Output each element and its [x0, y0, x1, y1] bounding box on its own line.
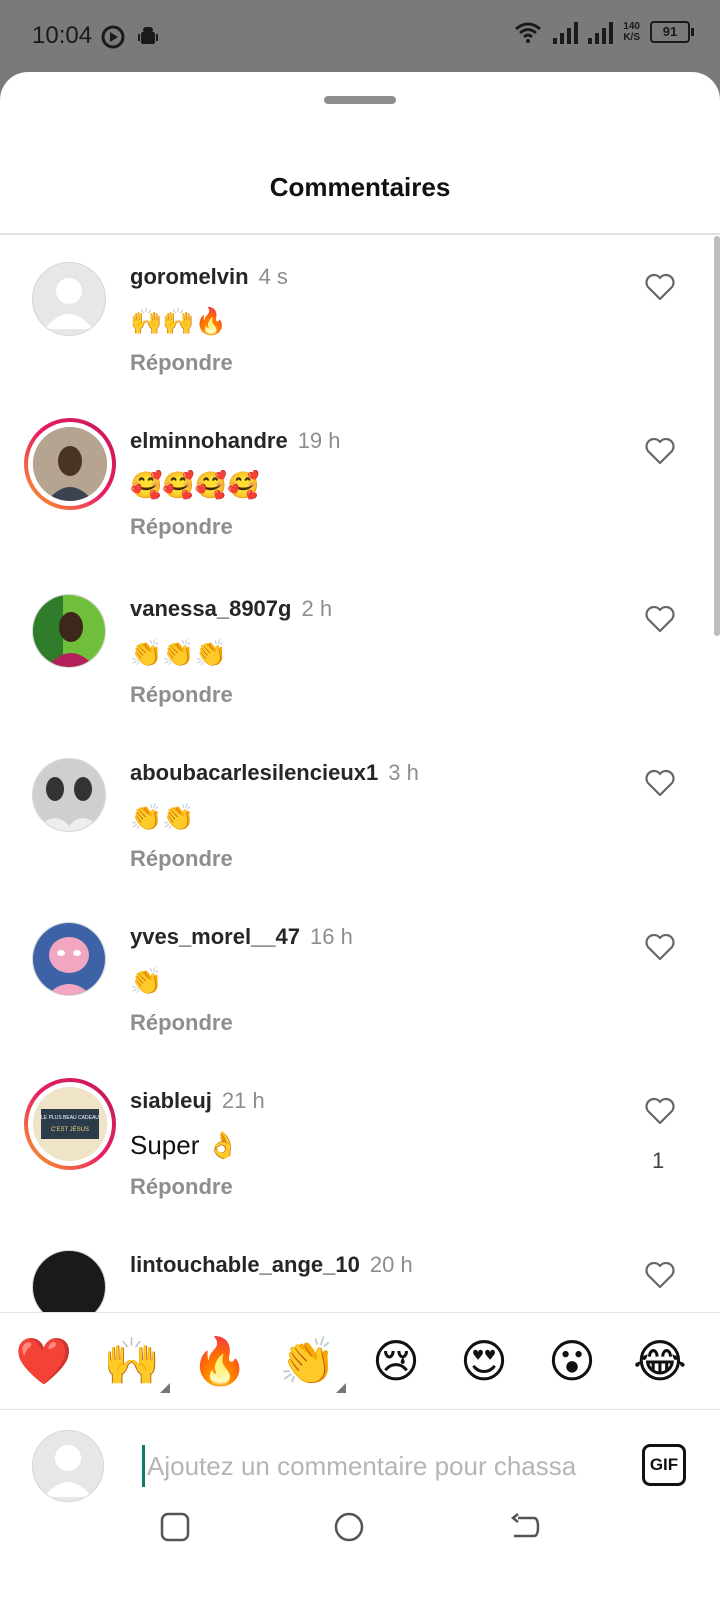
heart-icon[interactable]	[644, 272, 676, 302]
emoji-heart[interactable]: ❤️	[14, 1337, 74, 1385]
heart-icon[interactable]	[644, 768, 676, 798]
status-bar: 10:04 140 K/S 91	[0, 0, 720, 72]
comment-text: 👏	[130, 966, 163, 996]
comment-item: aboubacarlesilencieux1 3 h 👏👏 Répondre	[0, 732, 712, 900]
my-avatar	[32, 1430, 104, 1502]
comment-item: LE PLUS BEAU CADEAU C'EST JÉSUS siableuj…	[0, 1060, 712, 1228]
battery-indicator: 91	[650, 21, 694, 43]
heart-icon[interactable]	[644, 1260, 676, 1290]
comment-time: 4 s	[258, 264, 288, 289]
emoji-raising-hands[interactable]: 🙌	[102, 1337, 170, 1393]
divider	[0, 233, 720, 235]
skin-tone-indicator	[336, 1383, 346, 1393]
avatar[interactable]: LE PLUS BEAU CADEAU C'EST JÉSUS	[24, 1078, 116, 1170]
scrollbar[interactable]	[714, 236, 720, 636]
comment-username[interactable]: elminnohandre 19 h	[130, 428, 341, 454]
comments-list[interactable]: goromelvin 4 s 🙌🙌🔥 Répondre elminnohandre…	[0, 236, 712, 1384]
profile-photo	[33, 923, 105, 995]
heart-icon[interactable]	[644, 932, 676, 962]
comment-username[interactable]: lintouchable_ange_10 20 h	[130, 1252, 413, 1278]
system-nav-bar	[0, 1504, 720, 1564]
emoji-fire[interactable]: 🔥	[190, 1337, 250, 1385]
comment-time: 20 h	[369, 1252, 413, 1277]
comment-text: 🙌🙌🔥	[130, 306, 228, 336]
gif-button[interactable]: GIF	[642, 1444, 686, 1486]
profile-photo	[33, 759, 105, 831]
wifi-icon	[515, 22, 542, 43]
emoji-clapping[interactable]: 👏	[278, 1337, 346, 1393]
drag-handle[interactable]	[324, 96, 396, 104]
media-play-icon	[101, 25, 125, 49]
comment-item: goromelvin 4 s 🙌🙌🔥 Répondre	[0, 236, 712, 404]
svg-text:LE PLUS BEAU CADEAU: LE PLUS BEAU CADEAU	[41, 1115, 99, 1121]
comment-time: 21 h	[221, 1088, 265, 1113]
comment-input[interactable]	[142, 1445, 619, 1487]
reply-button[interactable]: Répondre	[130, 682, 233, 708]
signal-icon-2	[588, 20, 614, 44]
comment-item: vanessa_8907g 2 h 👏👏👏 Répondre	[0, 568, 712, 736]
comment-time: 3 h	[388, 760, 419, 785]
back-icon[interactable]	[508, 1510, 542, 1544]
comment-username[interactable]: vanessa_8907g 2 h	[130, 596, 332, 622]
comment-item: yves_morel__47 16 h 👏 Répondre	[0, 896, 712, 1064]
network-speed: 140 K/S	[623, 21, 640, 43]
comment-text: 🥰🥰🥰🥰	[130, 470, 260, 500]
emoji-quick-bar: ❤️ 🙌 🔥 👏 😢 😍 😮 😂	[0, 1312, 720, 1410]
avatar[interactable]	[32, 594, 106, 668]
reply-button[interactable]: Répondre	[130, 514, 233, 540]
emoji-surprised[interactable]: 😮	[542, 1337, 602, 1385]
reply-button[interactable]: Répondre	[130, 350, 233, 376]
heart-icon[interactable]	[644, 436, 676, 466]
like-count: 1	[652, 1148, 665, 1173]
avatar[interactable]	[32, 922, 106, 996]
comment-username[interactable]: goromelvin 4 s	[130, 264, 288, 290]
avatar[interactable]	[32, 262, 106, 336]
comment-username[interactable]: siableuj 21 h	[130, 1088, 265, 1114]
comment-item: elminnohandre 19 h 🥰🥰🥰🥰 Répondre	[0, 400, 712, 568]
comment-username[interactable]: yves_morel__47 16 h	[130, 924, 353, 950]
status-time: 10:04	[32, 22, 93, 49]
recent-apps-icon[interactable]	[158, 1510, 192, 1544]
heart-icon[interactable]	[644, 1096, 676, 1126]
comment-time: 19 h	[297, 428, 341, 453]
heart-icon[interactable]	[644, 604, 676, 634]
skin-tone-indicator	[160, 1383, 170, 1393]
signal-icon	[553, 20, 579, 44]
comment-username[interactable]: aboubacarlesilencieux1 3 h	[130, 760, 419, 786]
comment-time: 2 h	[301, 596, 333, 621]
home-icon[interactable]	[332, 1510, 366, 1544]
reply-button[interactable]: Répondre	[130, 1010, 233, 1036]
profile-photo	[33, 595, 105, 667]
comment-time: 16 h	[310, 924, 353, 949]
svg-text:C'EST JÉSUS: C'EST JÉSUS	[51, 1126, 89, 1133]
reply-button[interactable]: Répondre	[130, 1174, 233, 1200]
profile-photo: LE PLUS BEAU CADEAU C'EST JÉSUS	[33, 1087, 107, 1161]
sheet-title: Commentaires	[269, 172, 451, 202]
emoji-heart-eyes[interactable]: 😍	[454, 1337, 514, 1385]
comment-text: Super 👌	[130, 1130, 239, 1160]
emoji-laughing[interactable]: 😂	[630, 1337, 690, 1385]
reply-button[interactable]: Répondre	[130, 846, 233, 872]
avatar[interactable]	[24, 418, 116, 510]
comment-text: 👏👏👏	[130, 638, 228, 668]
comment-text: 👏👏	[130, 802, 195, 832]
android-icon	[138, 27, 158, 44]
profile-photo	[33, 427, 107, 501]
default-avatar-icon	[45, 278, 93, 329]
default-avatar-icon	[44, 1445, 92, 1497]
comments-sheet: Commentaires goromelvin4 s 🙌🙌🔥 Répondre	[0, 72, 720, 1612]
avatar[interactable]	[32, 758, 106, 832]
emoji-crying[interactable]: 😢	[366, 1337, 426, 1385]
